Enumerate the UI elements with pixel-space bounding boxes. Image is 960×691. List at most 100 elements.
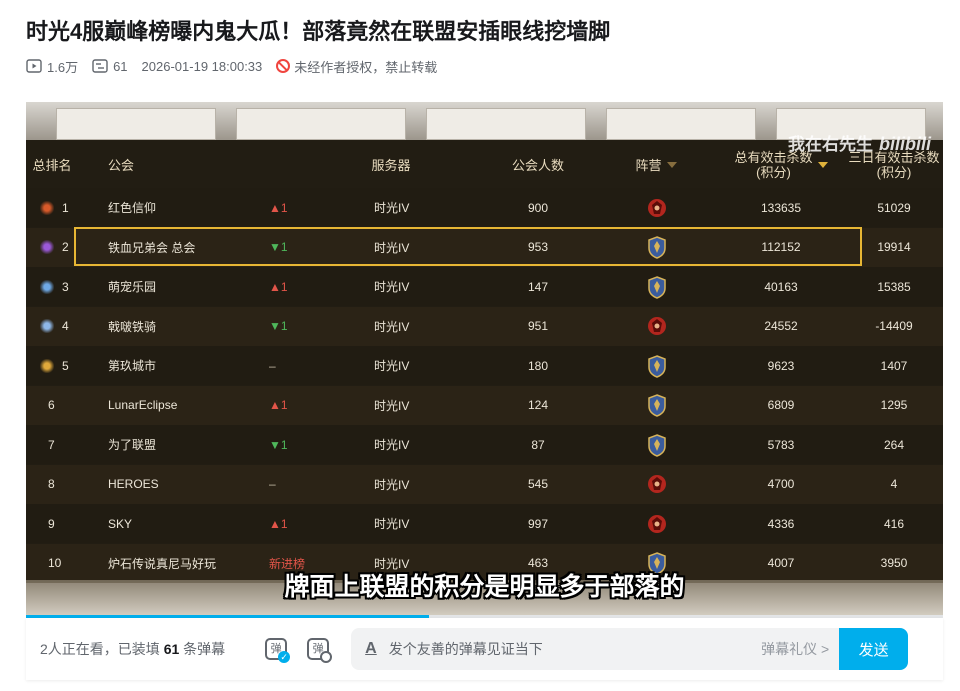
rank-badge-icon <box>40 358 54 373</box>
alliance-emblem-icon <box>646 228 670 267</box>
header-guild: 公会 <box>108 157 135 173</box>
rank-number: 2 <box>62 240 69 254</box>
rank-number: 3 <box>62 279 69 294</box>
horde-emblem-icon <box>646 504 670 543</box>
member-count: 900 <box>527 200 549 215</box>
video-meta: 1.6万 61 2026-01-19 18:00:33 未经作者授权，禁止转载 <box>26 56 437 76</box>
member-count: 180 <box>527 358 549 373</box>
video-subtitle: 牌面上联盟的积分是明显多于部落的 <box>284 573 685 601</box>
three-day-kill-points: 264 <box>883 437 905 452</box>
alliance-emblem-icon <box>646 346 670 385</box>
table-row: 3 萌宠乐园 ▲1 时光IV 147 40163 15385 <box>26 267 943 306</box>
rank-cell: 4 <box>40 307 100 346</box>
header-three-line1: 三日有效击杀数 <box>848 150 940 165</box>
horde-emblem-icon <box>646 188 670 227</box>
member-count: 147 <box>527 279 549 294</box>
rank-cell: 8 <box>40 465 100 504</box>
play-count-icon <box>26 59 42 73</box>
guild-name: 戟啵铁骑 <box>108 319 157 334</box>
table-row: 2 铁血兄弟会 总会 ▼1 时光IV 953 112152 19914 <box>26 227 943 267</box>
server-name: 时光IV <box>374 398 410 413</box>
three-day-kill-points: 51029 <box>877 200 911 215</box>
rank-change: – <box>269 358 276 373</box>
viewer-prefix: 2人正在看，已装填 <box>40 641 160 657</box>
rank-badge-icon <box>40 279 54 294</box>
member-count: 953 <box>527 240 549 254</box>
header-faction-label: 阵营 <box>635 157 662 173</box>
rank-cell: 3 <box>40 267 100 306</box>
table-row: 8 HEROES – 时光IV 545 4700 4 <box>26 464 943 504</box>
rank-cell: 9 <box>40 504 100 543</box>
table-row: 6 LunarEclipse ▲1 时光IV 124 6809 1295 <box>26 385 943 425</box>
rank-change: ▼1 <box>269 437 288 452</box>
header-total-line2: (积分) <box>756 165 791 180</box>
danmaku-settings-button[interactable]: 弹 <box>307 638 333 663</box>
guild-name: 第玖城市 <box>108 359 157 373</box>
rank-number: 5 <box>62 358 69 373</box>
total-kill-points: 40163 <box>764 279 798 294</box>
rank-cell: 7 <box>40 425 100 464</box>
video-title: 时光4服巅峰榜曝内鬼大瓜！部落竟然在联盟安插眼线挖墙脚 <box>26 19 611 44</box>
views-stat: 1.6万 <box>26 57 78 76</box>
total-kill-points: 4700 <box>767 477 795 491</box>
guild-name: SKY <box>108 516 133 531</box>
three-day-kill-points: 1407 <box>880 358 908 373</box>
member-count: 997 <box>527 516 549 531</box>
guild-name: 萌宠乐园 <box>108 280 157 294</box>
total-kill-points: 112152 <box>761 240 801 254</box>
header-total-line1: 总有效击杀数 <box>734 150 813 165</box>
member-count: 87 <box>531 437 545 452</box>
server-name: 时光IV <box>374 319 410 334</box>
three-day-kill-points: 19914 <box>877 240 911 254</box>
rank-number: 4 <box>62 319 69 333</box>
member-count: 951 <box>527 319 549 333</box>
header-faction: 阵营 <box>626 144 686 186</box>
table-row: 4 戟啵铁骑 ▼1 时光IV 951 24552 -14409 <box>26 306 943 346</box>
table-row: 7 为了联盟 ▼1 时光IV 87 5783 264 <box>26 425 943 464</box>
send-button[interactable]: 发送 <box>839 628 909 670</box>
header-three-line2: (积分) <box>876 165 912 180</box>
header-rank: 总排名 <box>32 157 72 173</box>
rank-change: ▲1 <box>269 200 288 215</box>
server-name: 时光IV <box>374 438 410 452</box>
rank-number: 7 <box>48 437 55 452</box>
member-count: 124 <box>527 398 549 412</box>
server-name: 时光IV <box>374 477 410 492</box>
rank-number: 9 <box>48 516 55 531</box>
alliance-emblem-icon <box>646 267 670 306</box>
rank-change: ▲1 <box>269 516 288 531</box>
video-player[interactable]: 我在右先生 bilibili 总排名 公会 服务器 公会人数 阵营 总有效击杀数(… <box>26 102 943 618</box>
alliance-emblem-icon <box>646 386 670 425</box>
rank-badge-icon <box>40 319 54 333</box>
danmaku-toggle-button[interactable]: 弹 ✓ <box>265 638 291 663</box>
publish-time: 2026-01-19 18:00:33 <box>141 58 263 74</box>
danmaku-etiquette-link[interactable]: 弹幕礼仪 > <box>761 639 829 659</box>
text-style-icon[interactable]: A <box>365 640 377 658</box>
guild-name: HEROES <box>108 477 159 491</box>
danmaku-input[interactable]: A 发个友善的弹幕见证当下 弹幕礼仪 > <box>351 628 840 670</box>
rank-cell: 6 <box>40 386 100 425</box>
total-kill-points: 6809 <box>767 398 795 412</box>
header-total-kills: 总有效击杀数 (积分) <box>726 144 836 186</box>
danmaku-placeholder[interactable]: 发个友善的弹幕见证当下 <box>389 639 761 659</box>
header-members: 公会人数 <box>511 157 564 173</box>
rank-cell: 2 <box>40 228 100 267</box>
total-kill-points: 133635 <box>760 200 802 215</box>
rank-change: ▲1 <box>269 279 288 294</box>
loaded-danmaku-count: 61 <box>163 641 180 657</box>
total-kill-points: 5783 <box>767 437 795 452</box>
rank-change: ▼1 <box>269 319 288 333</box>
sort-desc-icon <box>817 162 828 168</box>
server-name: 时光IV <box>374 359 410 373</box>
copyright-text: 未经作者授权，禁止转载 <box>294 59 438 75</box>
rank-change: ▼1 <box>269 240 288 254</box>
sort-indicator-icon <box>666 162 677 168</box>
three-day-kill-points: 1295 <box>880 398 908 412</box>
guild-name: LunarEclipse <box>108 398 178 412</box>
header-three-day-kills: 三日有效击杀数 (积分) <box>846 144 942 186</box>
horde-emblem-icon <box>646 307 670 346</box>
viewer-status: 2人正在看，已装填 61 条弹幕 <box>40 639 225 659</box>
rank-change: ▲1 <box>269 398 288 412</box>
guild-name: 铁血兄弟会 总会 <box>108 240 196 255</box>
guild-name: 为了联盟 <box>108 438 157 452</box>
